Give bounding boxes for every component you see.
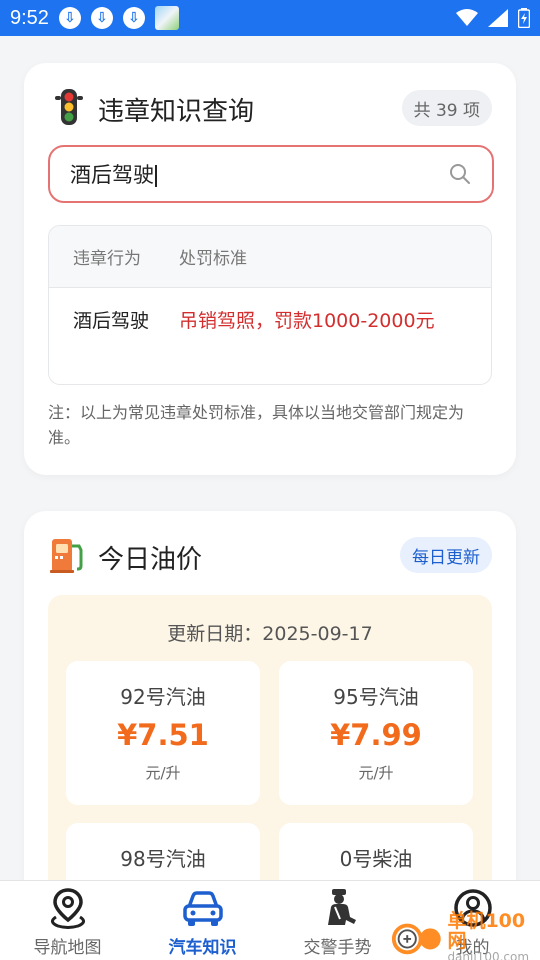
nav-label: 导航地图 [33, 938, 102, 958]
oil-name: 98号汽油 [120, 847, 206, 871]
signal-icon [488, 9, 508, 27]
wifi-icon [456, 9, 478, 26]
search-icon[interactable] [448, 162, 472, 186]
oil-price: ¥7.99 [330, 718, 422, 752]
oil-item-95: 95号汽油 ¥7.99 元/升 [279, 661, 473, 805]
battery-icon [518, 8, 530, 28]
map-pin-icon [50, 888, 85, 929]
violation-note: 注：以上为常见违章处罚标准，具体以当地交管部门规定为准。 [48, 403, 465, 447]
text-caret [155, 165, 157, 187]
police-icon [327, 889, 356, 925]
oil-name: 95号汽油 [333, 685, 419, 709]
traffic-light-icon [55, 89, 83, 125]
image-notification-icon [154, 6, 179, 30]
nav-item-police-gestures[interactable]: 交警手势 [270, 881, 405, 960]
download-icon: ⇩ [58, 7, 81, 29]
update-date: 更新日期：2025-09-17 [167, 623, 373, 645]
oil-title: 今日油价 [98, 545, 203, 575]
download-icon: ⇩ [122, 7, 145, 29]
download-icon: ⇩ [90, 7, 113, 29]
column-header-behavior: 违章行为 [73, 249, 141, 269]
violation-search-input[interactable]: 酒后驾驶 [48, 145, 494, 203]
violation-table: 违章行为 处罚标准 酒后驾驶 吊销驾照，罚款1000-2000元 [48, 225, 492, 385]
nav-item-map[interactable]: 导航地图 [0, 881, 135, 960]
status-time: 9:52 [10, 6, 49, 29]
oil-name: 0号柴油 [339, 847, 413, 871]
behavior-cell: 酒后驾驶 [73, 310, 150, 332]
oil-price: ¥7.51 [117, 718, 209, 752]
nav-label: 交警手势 [303, 938, 372, 958]
nav-item-car-knowledge[interactable]: 汽车知识 [135, 881, 270, 960]
column-header-penalty: 处罚标准 [179, 249, 247, 269]
oil-unit: 元/升 [358, 764, 394, 782]
oil-unit: 元/升 [145, 764, 181, 782]
table-header: 违章行为 处罚标准 [49, 226, 491, 288]
car-icon [182, 891, 223, 926]
fuel-pump-icon [50, 539, 83, 573]
search-value: 酒后驾驶 [70, 163, 154, 187]
oil-price-card: 今日油价 每日更新 更新日期：2025-09-17 92号汽油 ¥7.51 元/… [24, 511, 516, 960]
penalty-cell: 吊销驾照，罚款1000-2000元 [179, 310, 435, 332]
daily-update-badge: 每日更新 [400, 537, 492, 573]
violation-card: 违章知识查询 共 39 项 酒后驾驶 违章行为 处罚标准 酒后驾驶 吊销驾照，罚… [24, 63, 516, 475]
status-bar: 9:52 ⇩ ⇩ ⇩ [0, 0, 540, 36]
violation-title: 违章知识查询 [98, 97, 255, 127]
nav-label: 汽车知识 [168, 938, 237, 958]
watermark-logo-icon [391, 923, 441, 955]
table-row: 酒后驾驶 吊销驾照，罚款1000-2000元 [49, 288, 491, 336]
oil-name: 92号汽油 [120, 685, 206, 709]
watermark: 单机100网 danji100.com [390, 909, 540, 960]
watermark-text: 单机100网 [447, 909, 526, 952]
watermark-sub: danji100.com [447, 949, 530, 960]
violation-count-badge: 共 39 项 [401, 90, 492, 126]
oil-item-92: 92号汽油 ¥7.51 元/升 [66, 661, 260, 805]
